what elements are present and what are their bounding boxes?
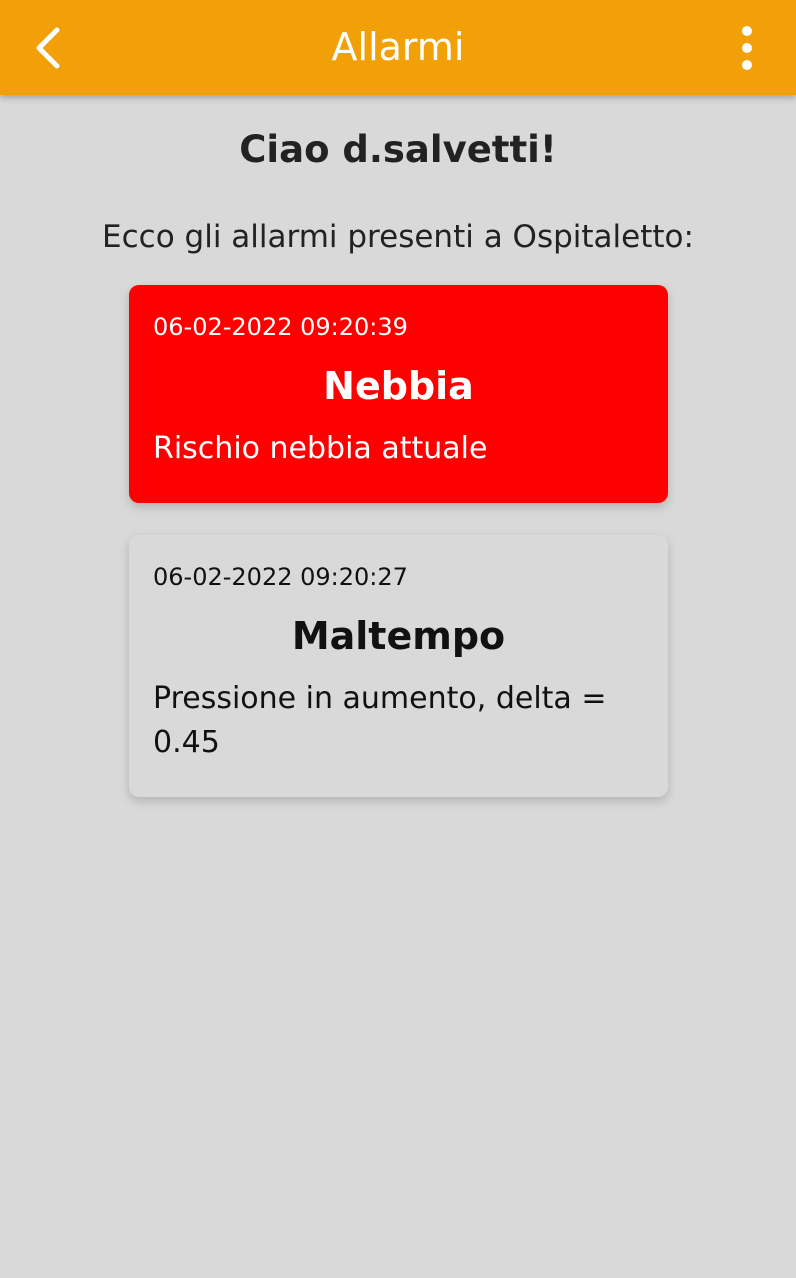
intro-text: Ecco gli allarmi presenti a Ospitaletto: (102, 219, 694, 255)
alarm-description: Pressione in aumento, delta = 0.45 (153, 681, 607, 760)
alarm-description: Rischio nebbia attuale (153, 431, 488, 466)
alarm-card[interactable]: 06-02-2022 09:20:27 Maltempo Pressione i… (129, 535, 668, 797)
app-bar: Allarmi (0, 0, 796, 95)
page-title: Allarmi (331, 25, 465, 69)
back-button[interactable] (22, 20, 74, 76)
alarm-title: Maltempo (291, 614, 506, 658)
alarm-timestamp: 06-02-2022 09:20:39 (153, 313, 408, 341)
alarm-timestamp: 06-02-2022 09:20:27 (153, 563, 408, 591)
main-content: Ciao d.salvetti! Ecco gli allarmi presen… (0, 95, 796, 797)
alarm-title: Nebbia (323, 364, 474, 408)
more-vertical-icon (742, 26, 752, 70)
overflow-menu-button[interactable] (720, 20, 774, 76)
greeting-heading: Ciao d.salvetti! (239, 128, 557, 171)
chevron-left-icon (36, 27, 60, 69)
alarm-card[interactable]: 06-02-2022 09:20:39 Nebbia Rischio nebbi… (129, 285, 668, 503)
